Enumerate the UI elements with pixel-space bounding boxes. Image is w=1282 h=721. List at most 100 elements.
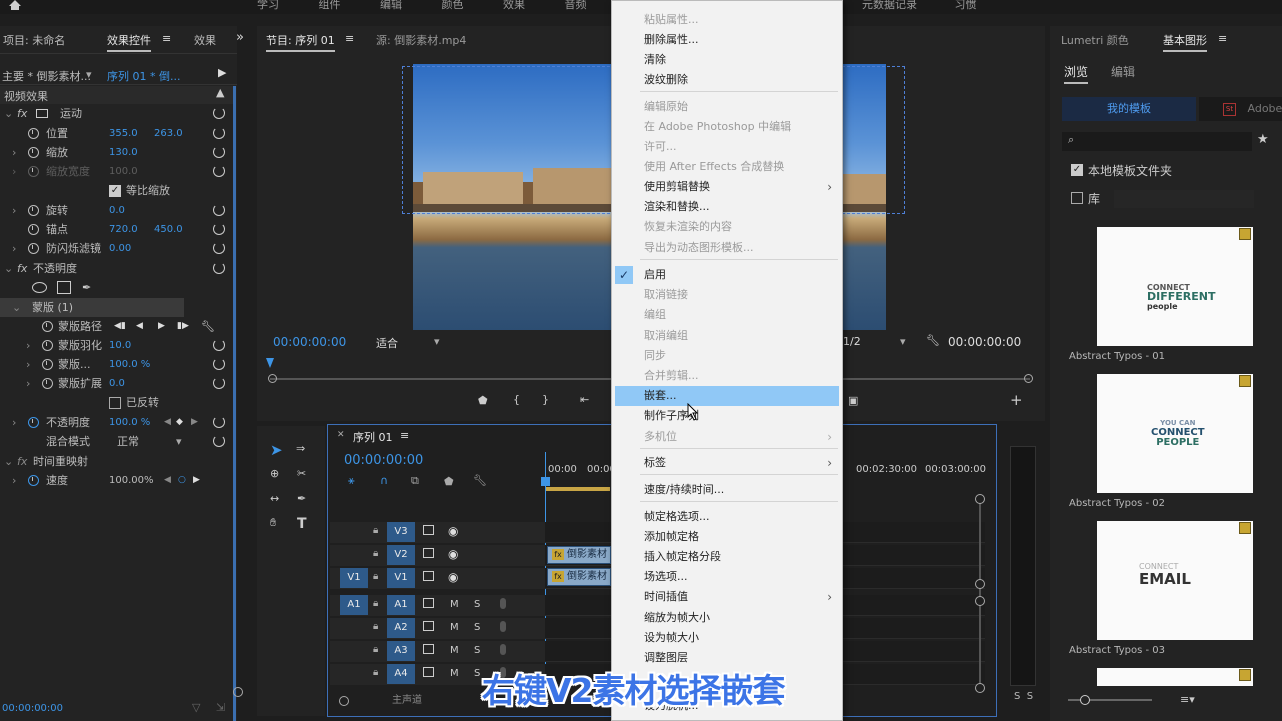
track-target-a3[interactable]: A3: [387, 641, 415, 661]
stopwatch-icon[interactable]: [42, 378, 53, 389]
panel-menu-icon[interactable]: ≡: [400, 429, 409, 442]
mask-opacity-row[interactable]: › 蒙版... 100.0 %: [0, 355, 232, 374]
prev-keyframe-icon[interactable]: ◀: [164, 471, 171, 490]
track-target-a2[interactable]: A2: [387, 618, 415, 638]
workspace-metadata[interactable]: 元数据记录: [862, 0, 917, 11]
opacity-value[interactable]: 100.0 %: [109, 413, 150, 432]
menu-item[interactable]: 场选项...: [612, 567, 842, 587]
scroll-handle[interactable]: [233, 687, 243, 697]
sequence-clip-label[interactable]: 序列 01 * 倒...: [107, 68, 180, 84]
pen-tool-icon[interactable]: ✒: [297, 492, 306, 505]
reset-icon[interactable]: [213, 416, 225, 428]
sync-lock-icon[interactable]: [423, 644, 434, 654]
microphone-icon[interactable]: [500, 644, 506, 655]
settings-wrench-icon[interactable]: 🔧︎: [926, 334, 940, 347]
stopwatch-icon[interactable]: [42, 321, 53, 332]
menu-item[interactable]: 嵌套...: [615, 386, 839, 406]
workspace-color[interactable]: 颜色: [442, 0, 464, 11]
mask-path-row[interactable]: 蒙版路径 ◀▮ ◀ ▶ ▮▶ 🔧︎: [0, 317, 232, 336]
mask-row[interactable]: ⌄ 蒙版 (1): [0, 298, 184, 317]
vzoom-handle[interactable]: [975, 579, 985, 589]
time-remap-row[interactable]: ⌄ fx 时间重映射: [0, 452, 232, 471]
panel-menu-icon[interactable]: ≡: [162, 32, 171, 45]
sync-lock-icon[interactable]: [423, 621, 434, 631]
workspace-habits[interactable]: 习惯: [955, 0, 977, 11]
tab-lumetri[interactable]: Lumetri 颜色: [1061, 32, 1129, 48]
position-y-value[interactable]: 263.0: [154, 124, 183, 143]
stopwatch-icon[interactable]: [28, 417, 39, 428]
speed-value[interactable]: 100.00%: [109, 471, 154, 490]
master-clip-label[interactable]: 主要 * 倒影素材...: [2, 68, 91, 84]
anchor-x-value[interactable]: 720.0: [109, 220, 138, 239]
track-target-v2[interactable]: V2: [387, 545, 415, 565]
playhead-marker[interactable]: [266, 358, 274, 368]
track-select-tool-icon[interactable]: ⇒: [296, 442, 305, 455]
add-marker-icon[interactable]: ⬟: [444, 475, 454, 488]
motion-row[interactable]: ⌄ fx 运动: [0, 104, 232, 123]
reset-icon[interactable]: [213, 204, 225, 216]
track-target-a1[interactable]: A1: [387, 595, 415, 615]
lock-icon[interactable]: 🔒︎: [373, 525, 378, 536]
stopwatch-icon[interactable]: [28, 128, 39, 139]
menu-item[interactable]: 删除属性...: [612, 30, 842, 50]
lock-icon[interactable]: 🔒︎: [373, 571, 378, 582]
stopwatch-icon[interactable]: [42, 340, 53, 351]
export-frame-icon[interactable]: ▣: [848, 394, 858, 407]
template-thumb-1[interactable]: CONNECT DIFFERENT people: [1097, 227, 1253, 346]
favorite-star-icon[interactable]: ★: [1257, 132, 1269, 147]
solo-button[interactable]: S: [474, 599, 480, 610]
lock-icon[interactable]: 🔒︎: [373, 621, 378, 632]
mute-button[interactable]: M: [450, 645, 459, 656]
position-x-value[interactable]: 355.0: [109, 124, 138, 143]
track-backward-icon[interactable]: ◀: [136, 317, 143, 336]
sync-lock-icon[interactable]: [423, 667, 434, 677]
linked-selection-icon[interactable]: ⧉: [411, 474, 419, 488]
uniform-scale-row[interactable]: ✓ 等比缩放: [0, 181, 232, 200]
template-thumb-2[interactable]: YOU CAN CONNECT PEOPLE: [1097, 374, 1253, 493]
menu-item[interactable]: 制作子序列: [612, 406, 842, 426]
filter-icon[interactable]: ▽: [192, 701, 200, 714]
tab-source[interactable]: 源: 倒影素材.mp4: [376, 32, 466, 48]
uniform-scale-checkbox[interactable]: ✓: [109, 185, 121, 197]
reset-icon[interactable]: [213, 242, 225, 254]
eye-icon[interactable]: ◉: [448, 547, 458, 561]
snap-icon[interactable]: ∩: [380, 474, 388, 487]
solo-button[interactable]: S: [474, 645, 480, 656]
tab-effects[interactable]: 效果: [194, 32, 216, 48]
mask-expand-value[interactable]: 0.0: [109, 374, 125, 393]
stopwatch-icon[interactable]: [42, 359, 53, 370]
sort-icon[interactable]: ≡▾: [1180, 693, 1195, 706]
sync-lock-icon[interactable]: [423, 571, 434, 581]
blend-mode-select[interactable]: 正常: [117, 432, 139, 451]
effect-controls-timecode[interactable]: 00:00:00:00: [2, 703, 63, 714]
source-patch-v1[interactable]: V1: [340, 568, 368, 588]
sync-lock-icon[interactable]: [423, 548, 434, 558]
template-thumb-4[interactable]: [1097, 668, 1253, 686]
rectangle-mask-icon[interactable]: [57, 281, 71, 294]
timeline-settings-icon[interactable]: 🔧︎: [473, 474, 487, 487]
menu-item[interactable]: 渲染和替换...: [612, 197, 842, 217]
pen-mask-icon[interactable]: ✒: [82, 278, 91, 297]
mute-button[interactable]: M: [450, 668, 459, 679]
reset-icon[interactable]: [213, 165, 225, 177]
eye-icon[interactable]: ◉: [448, 524, 458, 538]
mark-in-icon[interactable]: {: [513, 393, 520, 406]
menu-item[interactable]: 帧定格选项...: [612, 507, 842, 527]
clip-v1[interactable]: fx 倒影素材: [547, 568, 611, 586]
play-only-icon[interactable]: ▶: [218, 66, 226, 79]
workspace-audio[interactable]: 音频: [565, 0, 587, 11]
timeline-timecode[interactable]: 00:00:00:00: [344, 453, 423, 468]
anchor-y-value[interactable]: 450.0: [154, 220, 183, 239]
track-forward-icon[interactable]: ▶: [158, 317, 165, 336]
local-folder-checkbox[interactable]: ✓: [1071, 164, 1083, 176]
inverted-row[interactable]: 已反转: [0, 393, 232, 412]
scrubber-start-handle[interactable]: [268, 374, 277, 383]
stopwatch-icon[interactable]: [28, 475, 39, 486]
tab-effect-controls[interactable]: 效果控件: [107, 32, 151, 52]
vzoom-handle[interactable]: [975, 683, 985, 693]
vzoom-handle[interactable]: [975, 596, 985, 606]
menu-item[interactable]: 启用 ✓: [612, 265, 842, 285]
stopwatch-icon[interactable]: [28, 205, 39, 216]
menu-item[interactable]: 标签 ›: [612, 453, 842, 473]
audio-meter-solo-labels[interactable]: S S: [1014, 691, 1033, 702]
